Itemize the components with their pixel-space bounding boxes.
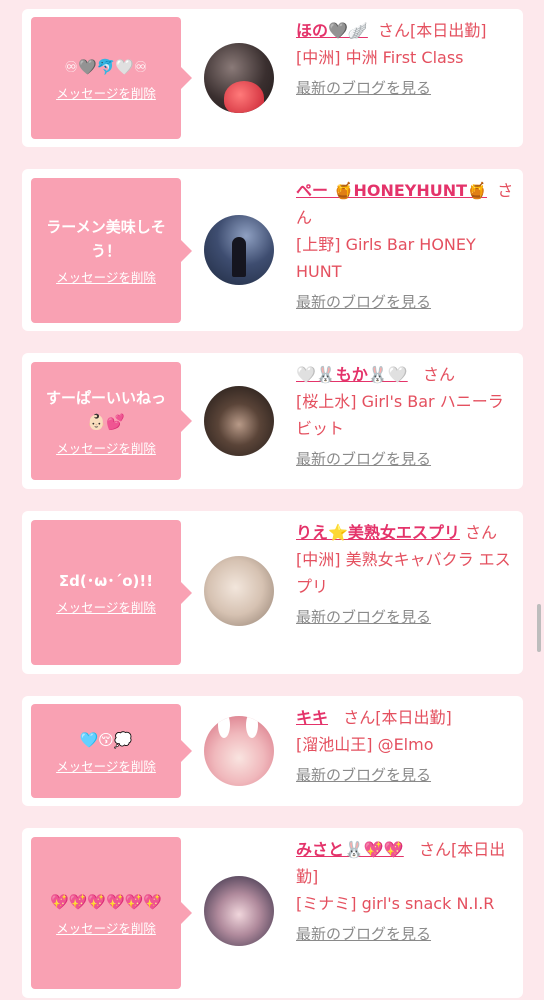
message-text: Σd(･ω･´o)!! <box>58 572 154 590</box>
message-card: ラーメン美味しそう！ メッセージを削除 ペー 🍯HONEYHUNT🍯 さん [上… <box>22 169 523 331</box>
cast-name-link[interactable]: りえ⭐️美熟女エスプリ <box>296 523 460 542</box>
shop-name: [桜上水] Girl's Bar ハニーラビット <box>296 392 504 438</box>
entry-info: ペー 🍯HONEYHUNT🍯 さん [上野] Girls Bar HONEY H… <box>296 177 514 316</box>
latest-blog-link[interactable]: 最新のブログを見る <box>296 289 431 316</box>
message-text: すーぱーいいねっ👶🏻💕 <box>45 388 166 431</box>
message-bubble: 💖💖💖💖💖💖 メッセージを削除 <box>31 837 192 989</box>
bunny-ear-right <box>246 716 258 738</box>
message-card: 💖💖💖💖💖💖 メッセージを削除 みさと🐰💖💖 さん[本日出勤] [ミナミ] gi… <box>22 828 523 998</box>
honorific-status: さん[本日出勤] <box>378 21 487 40</box>
delete-message-link[interactable]: メッセージを削除 <box>56 918 156 937</box>
honorific-status: さん[本日出勤] <box>343 708 452 727</box>
message-card: 🩵😚💭 メッセージを削除 キキ さん[本日出勤] [溜池山王] @Elmo 最新… <box>22 696 523 806</box>
avatar[interactable] <box>204 556 274 626</box>
avatar-figure <box>232 237 246 277</box>
message-bubble: Σd(･ω･´o)!! メッセージを削除 <box>31 520 192 665</box>
message-bubble: すーぱーいいねっ👶🏻💕 メッセージを削除 <box>31 362 192 480</box>
latest-blog-link[interactable]: 最新のブログを見る <box>296 921 431 948</box>
message-bubble: ラーメン美味しそう！ メッセージを削除 <box>31 178 192 323</box>
shop-name: [中洲] 美熟女キャバクラ エスプリ <box>296 550 511 596</box>
shop-name: [ミナミ] girl's snack N.I.R <box>296 894 495 913</box>
entry-info: みさと🐰💖💖 さん[本日出勤] [ミナミ] girl's snack N.I.R… <box>296 836 514 948</box>
message-text: ラーメン美味しそう！ <box>46 218 166 260</box>
scrollbar[interactable] <box>537 604 541 652</box>
honorific-status: さん <box>465 523 498 542</box>
latest-blog-link[interactable]: 最新のブログを見る <box>296 762 431 789</box>
entry-info: りえ⭐️美熟女エスプリ さん [中洲] 美熟女キャバクラ エスプリ 最新のブログ… <box>296 519 514 631</box>
cast-name-link[interactable]: ペー 🍯HONEYHUNT🍯 <box>296 181 487 200</box>
message-bubble: ♾🩶🐬🤍♾ メッセージを削除 <box>31 17 192 139</box>
latest-blog-link[interactable]: 最新のブログを見る <box>296 604 431 631</box>
shop-name: [上野] Girls Bar HONEY HUNT <box>296 235 476 281</box>
message-bubble: 🩵😚💭 メッセージを削除 <box>31 704 192 798</box>
honorific-status: さん <box>422 365 455 384</box>
bunny-ear-left <box>218 716 230 738</box>
delete-message-link[interactable]: メッセージを削除 <box>56 756 156 775</box>
latest-blog-link[interactable]: 最新のブログを見る <box>296 75 431 102</box>
delete-message-link[interactable]: メッセージを削除 <box>56 267 156 286</box>
latest-blog-link[interactable]: 最新のブログを見る <box>296 446 431 473</box>
shop-name: [中洲] 中洲 First Class <box>296 48 464 67</box>
shop-name: [溜池山王] @Elmo <box>296 735 434 754</box>
avatar[interactable] <box>204 876 274 946</box>
entry-info: キキ さん[本日出勤] [溜池山王] @Elmo 最新のブログを見る <box>296 704 514 789</box>
message-text: 💖💖💖💖💖💖 <box>49 892 163 911</box>
cast-name-link[interactable]: キキ <box>296 708 328 727</box>
cast-name-link[interactable]: 🤍🐰もか🐰🤍 <box>296 365 408 384</box>
heart-balloon <box>224 81 264 113</box>
cast-name-link[interactable]: ほの🩶🪽 <box>296 21 368 40</box>
message-card: ♾🩶🐬🤍♾ メッセージを削除 ほの🩶🪽 さん[本日出勤] [中洲] 中洲 Fir… <box>22 9 523 147</box>
entry-info: ほの🩶🪽 さん[本日出勤] [中洲] 中洲 First Class 最新のブログ… <box>296 17 514 102</box>
message-text: 🩵😚💭 <box>79 730 133 749</box>
delete-message-link[interactable]: メッセージを削除 <box>56 83 156 102</box>
message-card: すーぱーいいねっ👶🏻💕 メッセージを削除 🤍🐰もか🐰🤍 さん [桜上水] Gir… <box>22 353 523 489</box>
delete-message-link[interactable]: メッセージを削除 <box>56 438 156 457</box>
avatar[interactable] <box>204 386 274 456</box>
avatar[interactable] <box>204 716 274 786</box>
avatar[interactable] <box>204 215 274 285</box>
message-text: ♾🩶🐬🤍♾ <box>64 57 148 76</box>
cast-name-link[interactable]: みさと🐰💖💖 <box>296 840 404 859</box>
delete-message-link[interactable]: メッセージを削除 <box>56 597 156 616</box>
message-card: Σd(･ω･´o)!! メッセージを削除 りえ⭐️美熟女エスプリ さん [中洲]… <box>22 511 523 674</box>
avatar[interactable] <box>204 43 274 113</box>
entry-info: 🤍🐰もか🐰🤍 さん [桜上水] Girl's Bar ハニーラビット 最新のブロ… <box>296 361 514 473</box>
